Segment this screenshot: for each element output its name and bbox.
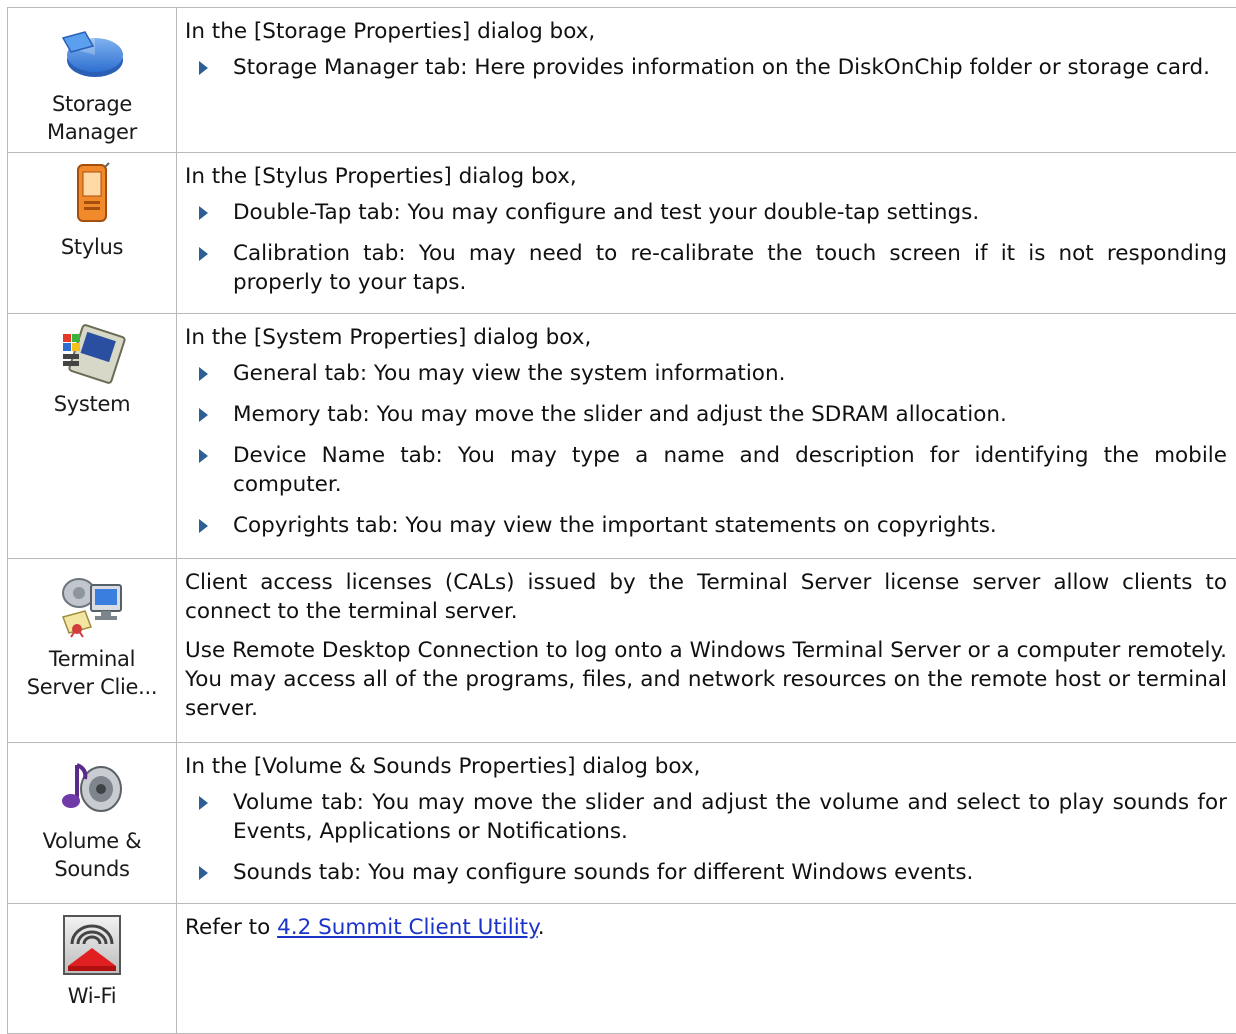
icon-label: Volume & Sounds xyxy=(43,827,142,883)
refer-text: Refer to 4.2 Summit Client Utility. xyxy=(185,913,1227,942)
table-row-volume-sounds: Volume & Sounds In the [Volume & Sounds … xyxy=(8,743,1236,904)
table-row-storage-manager: Storage Manager In the [Storage Properti… xyxy=(8,8,1236,153)
bullet-arrow-icon xyxy=(199,367,208,381)
description-cell: Refer to 4.2 Summit Client Utility. xyxy=(177,904,1236,1034)
bullet-list: Storage Manager tab: Here provides infor… xyxy=(185,53,1227,82)
list-item: Double-Tap tab: You may configure and te… xyxy=(185,198,1227,227)
bullet-list: Double-Tap tab: You may configure and te… xyxy=(185,198,1227,297)
icon-label: Storage Manager xyxy=(47,90,137,146)
list-item: Memory tab: You may move the slider and … xyxy=(185,400,1227,429)
intro-text: In the [System Properties] dialog box, xyxy=(185,323,1227,352)
list-item: Volume tab: You may move the slider and … xyxy=(185,788,1227,846)
icon-label: System xyxy=(54,390,131,418)
bullet-arrow-icon xyxy=(199,61,208,75)
icon-label: Terminal Server Clie... xyxy=(27,645,158,701)
description-cell: In the [Storage Properties] dialog box, … xyxy=(177,8,1236,153)
icon-cell: Stylus xyxy=(8,153,177,314)
intro-text: In the [Storage Properties] dialog box, xyxy=(185,17,1227,46)
icon-cell: Wi-Fi xyxy=(8,904,177,1034)
system-icon xyxy=(57,324,127,386)
settings-table: Storage Manager In the [Storage Properti… xyxy=(7,7,1236,1034)
list-item: Calibration tab: You may need to re-cali… xyxy=(185,239,1227,297)
storage-manager-icon xyxy=(57,22,127,82)
intro-text: In the [Volume & Sounds Properties] dial… xyxy=(185,752,1227,781)
bullet-arrow-icon xyxy=(199,866,208,880)
description-cell: Client access licenses (CALs) issued by … xyxy=(177,559,1236,743)
list-item: Storage Manager tab: Here provides infor… xyxy=(185,53,1227,82)
icon-label: Stylus xyxy=(61,233,123,261)
table-row-stylus: Stylus In the [Stylus Properties] dialog… xyxy=(8,153,1236,314)
bullet-arrow-icon xyxy=(199,247,208,261)
wifi-icon xyxy=(62,914,122,976)
table-row-wifi: Wi-Fi Refer to 4.2 Summit Client Utility… xyxy=(8,904,1236,1034)
intro-text: In the [Stylus Properties] dialog box, xyxy=(185,162,1227,191)
stylus-icon xyxy=(72,161,112,225)
table-row-terminal-server-client: Terminal Server Clie... Client access li… xyxy=(8,559,1236,743)
summit-client-utility-link[interactable]: 4.2 Summit Client Utility xyxy=(277,915,538,940)
icon-label: Wi-Fi xyxy=(68,982,117,1010)
icon-cell: Terminal Server Clie... xyxy=(8,559,177,743)
list-item: Copyrights tab: You may view the importa… xyxy=(185,511,1227,540)
bullet-arrow-icon xyxy=(199,408,208,422)
list-item: Sounds tab: You may configure sounds for… xyxy=(185,858,1227,887)
volume-sounds-icon xyxy=(59,759,125,819)
table-row-system: System In the [System Properties] dialog… xyxy=(8,314,1236,559)
icon-cell: Volume & Sounds xyxy=(8,743,177,904)
icon-cell: Storage Manager xyxy=(8,8,177,153)
terminal-server-client-icon xyxy=(55,571,129,639)
description-cell: In the [Volume & Sounds Properties] dial… xyxy=(177,743,1236,904)
description-cell: In the [Stylus Properties] dialog box, D… xyxy=(177,153,1236,314)
bullet-arrow-icon xyxy=(199,206,208,220)
bullet-arrow-icon xyxy=(199,519,208,533)
bullet-arrow-icon xyxy=(199,796,208,810)
paragraph: Use Remote Desktop Connection to log ont… xyxy=(185,636,1227,723)
bullet-list: General tab: You may view the system inf… xyxy=(185,359,1227,540)
paragraph: Client access licenses (CALs) issued by … xyxy=(185,568,1227,626)
list-item: General tab: You may view the system inf… xyxy=(185,359,1227,388)
description-cell: In the [System Properties] dialog box, G… xyxy=(177,314,1236,559)
list-item: Device Name tab: You may type a name and… xyxy=(185,441,1227,499)
icon-cell: System xyxy=(8,314,177,559)
bullet-list: Volume tab: You may move the slider and … xyxy=(185,788,1227,887)
bullet-arrow-icon xyxy=(199,449,208,463)
